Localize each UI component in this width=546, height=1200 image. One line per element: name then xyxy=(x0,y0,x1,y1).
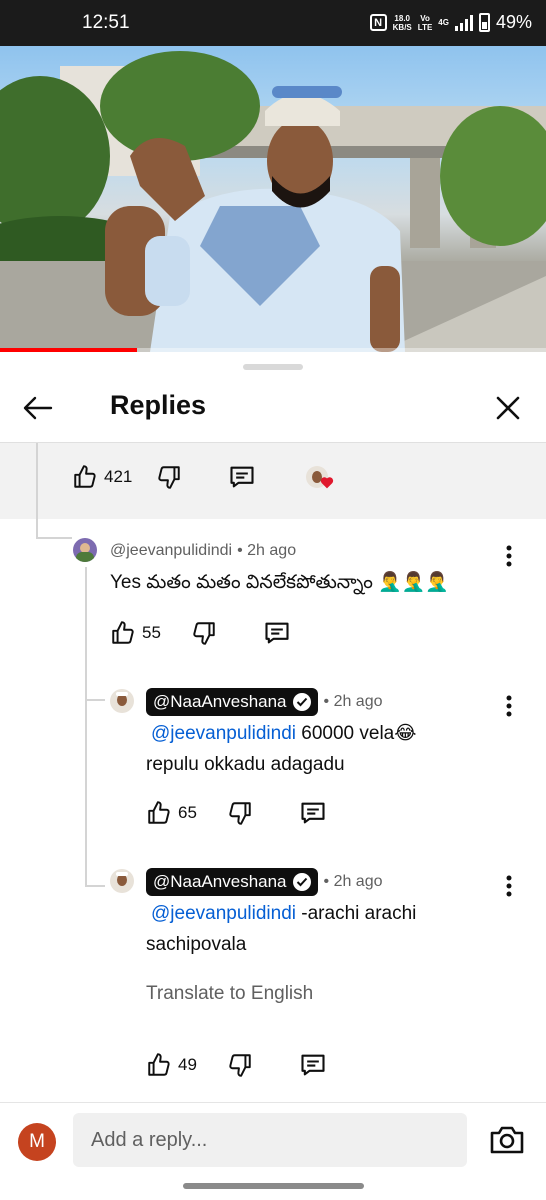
reply-author: @NaaAnveshana xyxy=(153,872,287,891)
sheet-header: Replies xyxy=(0,374,546,442)
nfc-icon: N xyxy=(369,14,387,31)
mention-link[interactable]: @jeevanpulidindi xyxy=(151,723,296,744)
status-bar: 12:51 N 18.0 KB/S Vo LTE 4G 49% xyxy=(0,0,546,46)
translate-link[interactable]: Translate to English xyxy=(146,983,313,1005)
camera-button[interactable] xyxy=(488,1121,526,1159)
parent-comment-actions: 421 xyxy=(72,463,334,491)
like-button[interactable]: 65 xyxy=(146,800,197,826)
net-speed: 18.0 KB/S xyxy=(393,14,412,32)
verified-icon xyxy=(292,873,311,891)
arrow-left-icon xyxy=(23,396,53,420)
creator-heart xyxy=(306,466,334,489)
like-count: 421 xyxy=(104,467,133,486)
reply-composer: M xyxy=(0,1102,546,1200)
more-vert-icon xyxy=(506,875,512,897)
nested-thread-branch xyxy=(85,885,105,887)
battery-percent: 49% xyxy=(495,12,532,32)
more-vert-icon xyxy=(506,695,512,717)
verified-icon xyxy=(292,693,311,711)
dislike-button[interactable] xyxy=(227,1052,253,1078)
reply-time: • 2h ago xyxy=(323,873,383,890)
thumbs-up-icon xyxy=(148,1053,170,1076)
network-type: 4G xyxy=(438,18,449,27)
reply-text: @jeevanpulidindi 60000 vela😂 repulu okka… xyxy=(146,718,466,780)
reply-author[interactable]: @jeevanpulidindi xyxy=(110,542,232,560)
reply-actions: 55 xyxy=(110,619,291,647)
reply-input[interactable] xyxy=(73,1113,467,1167)
reply-header: @NaaAnveshana • 2h ago xyxy=(146,688,383,716)
like-button[interactable]: 421 xyxy=(72,464,132,490)
volte-indicator: Vo LTE xyxy=(418,14,433,32)
reply-text: Yes మతం మతం వినలేకపోతున్నాం 🤦‍♂️🤦‍♂️🤦‍♂️ xyxy=(110,572,450,593)
replies-sheet: Replies 421 @jeevanpulidindi • 2h ago Ye… xyxy=(0,352,546,1200)
signal-icon xyxy=(454,14,473,31)
avatar[interactable] xyxy=(110,869,134,893)
like-count: 65 xyxy=(178,803,197,822)
comment-icon xyxy=(230,466,254,488)
thumbs-up-icon xyxy=(112,621,134,644)
more-options-button[interactable] xyxy=(497,871,521,901)
like-button[interactable]: 49 xyxy=(146,1052,197,1078)
avatar[interactable] xyxy=(73,538,97,562)
video-frame xyxy=(0,51,546,352)
volte-top: Vo xyxy=(420,13,430,23)
reply-button[interactable] xyxy=(299,799,327,827)
volte-bottom: LTE xyxy=(417,22,433,32)
like-count: 55 xyxy=(142,623,161,642)
thumbs-down-icon xyxy=(229,1054,251,1077)
status-time: 12:51 xyxy=(82,12,130,33)
parent-comment: 421 xyxy=(0,443,546,519)
camera-icon xyxy=(490,1126,524,1154)
thumbs-up-icon xyxy=(74,465,96,488)
comment-icon xyxy=(265,622,289,644)
like-count: 49 xyxy=(178,1055,197,1074)
creator-author-chip[interactable]: @NaaAnveshana xyxy=(146,688,318,716)
sheet-title: Replies xyxy=(110,390,207,420)
reply-button[interactable] xyxy=(263,619,291,647)
reply-header: @jeevanpulidindi • 2h ago xyxy=(110,542,296,560)
avatar[interactable] xyxy=(110,689,134,713)
reply-actions: 65 xyxy=(146,799,327,827)
heart-icon xyxy=(321,477,334,489)
status-icons: N 18.0 KB/S Vo LTE 4G 49% xyxy=(369,12,532,33)
thread-line xyxy=(36,443,38,539)
net-speed-unit: KB/S xyxy=(392,22,412,32)
creator-author-chip[interactable]: @NaaAnveshana xyxy=(146,868,318,896)
drag-handle[interactable] xyxy=(243,364,303,370)
reply-header: @NaaAnveshana • 2h ago xyxy=(146,868,383,896)
reply-button[interactable] xyxy=(228,463,256,491)
comment-icon xyxy=(301,1054,325,1076)
more-vert-icon xyxy=(506,545,512,567)
reply-button[interactable] xyxy=(299,1051,327,1079)
thumbs-up-icon xyxy=(148,801,170,824)
thumbs-down-icon xyxy=(158,466,181,489)
thread-branch xyxy=(36,537,72,539)
like-button[interactable]: 55 xyxy=(110,620,161,646)
reply-time: • 2h ago xyxy=(237,542,297,559)
reply-time: • 2h ago xyxy=(323,693,383,710)
back-button[interactable] xyxy=(18,388,58,428)
mention-link[interactable]: @jeevanpulidindi xyxy=(151,903,296,924)
nested-thread-line xyxy=(85,567,87,887)
battery-icon xyxy=(478,13,490,32)
nested-thread-branch xyxy=(85,699,105,701)
reply-text: @jeevanpulidindi -arachi arachi sachipov… xyxy=(146,898,466,960)
video-player[interactable] xyxy=(0,46,546,352)
comment-icon xyxy=(301,802,325,824)
net-speed-value: 18.0 xyxy=(394,13,410,23)
close-icon xyxy=(496,396,520,420)
dislike-button[interactable] xyxy=(191,620,217,646)
user-avatar[interactable]: M xyxy=(18,1123,56,1161)
dislike-button[interactable] xyxy=(156,464,182,490)
dislike-button[interactable] xyxy=(227,800,253,826)
reply-author: @NaaAnveshana xyxy=(153,692,287,711)
reply-actions: 49 xyxy=(146,1051,327,1079)
more-options-button[interactable] xyxy=(497,691,521,721)
thumbs-down-icon xyxy=(193,622,215,645)
home-indicator[interactable] xyxy=(183,1183,364,1189)
thumbs-down-icon xyxy=(229,802,251,825)
close-button[interactable] xyxy=(488,388,528,428)
